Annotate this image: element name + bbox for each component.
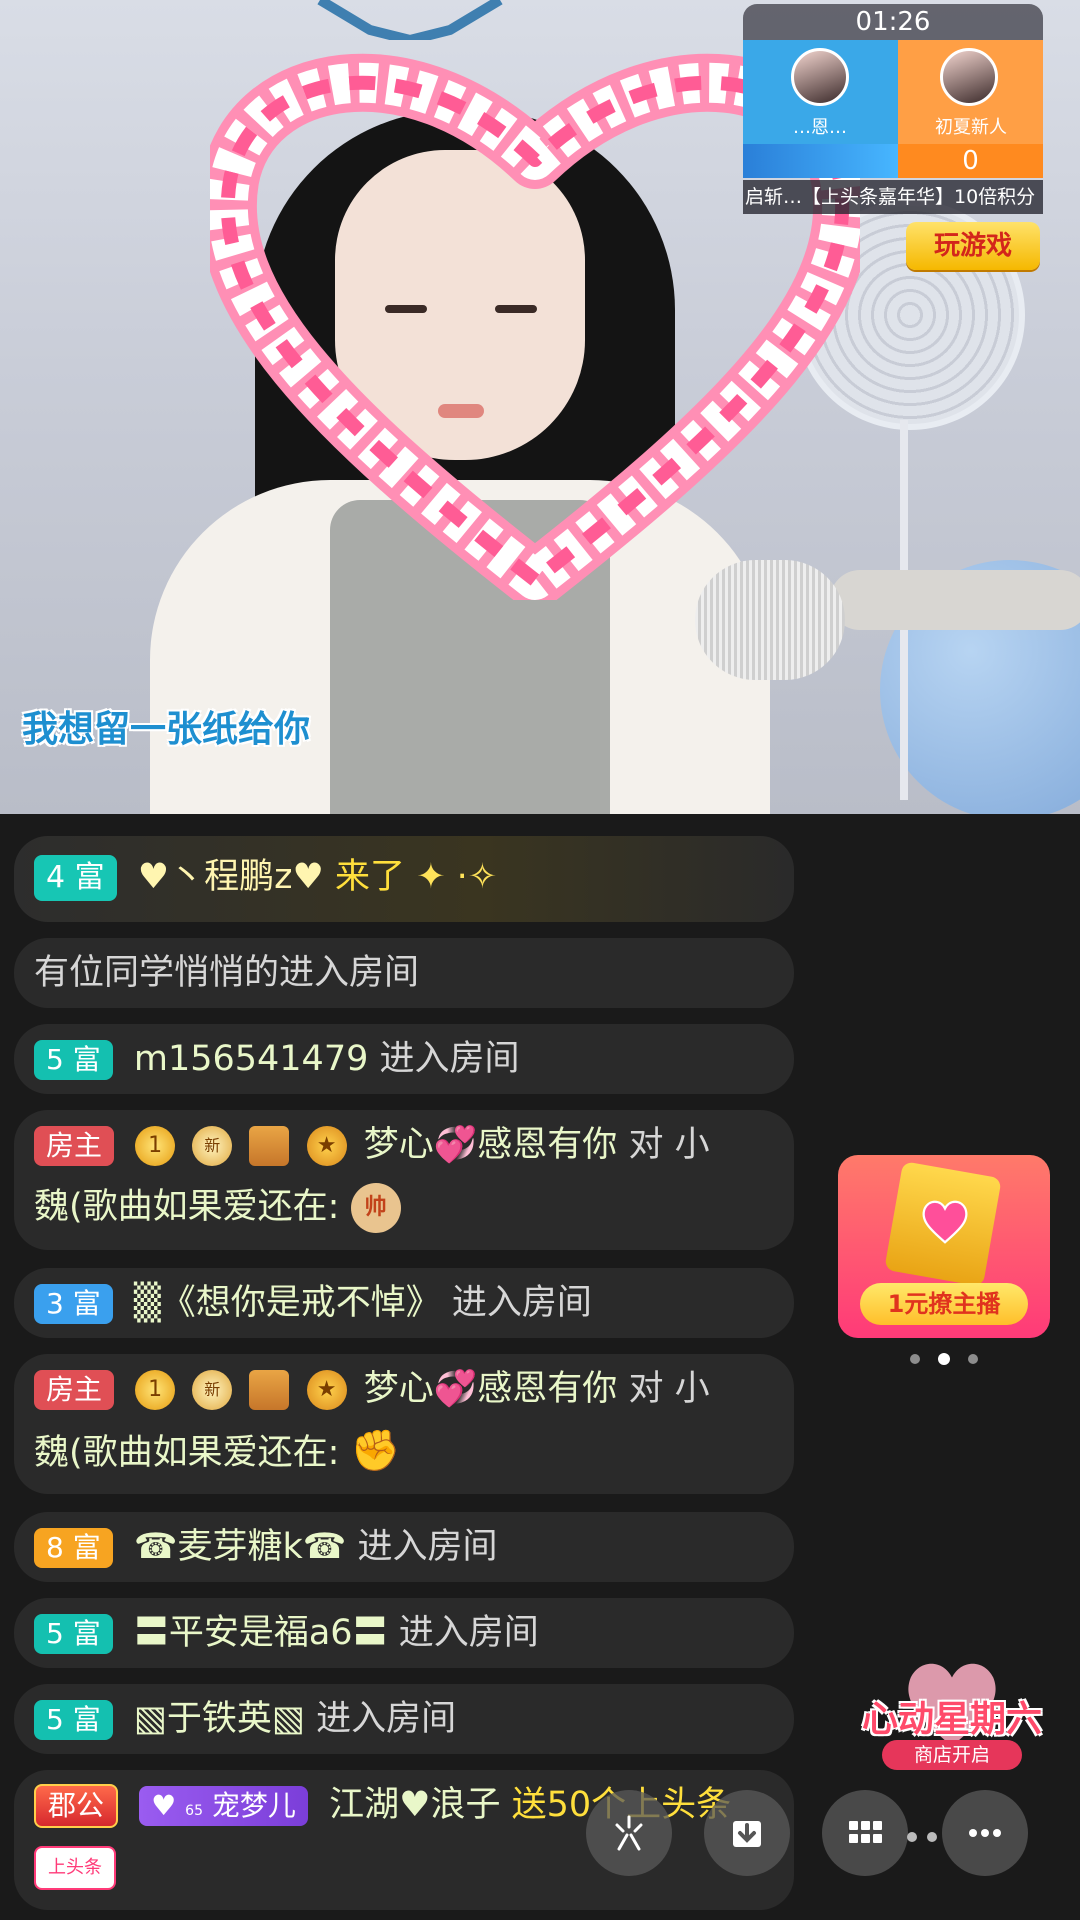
more-button[interactable]: [942, 1790, 1028, 1876]
pk-left-name: …恩…: [793, 117, 847, 138]
sparkle-burst-icon: [615, 1815, 643, 1851]
sparkle-icon: ✦ ·✧: [416, 857, 498, 897]
chat-username[interactable]: ☎麦芽糖k☎: [134, 1527, 346, 1567]
chat-username[interactable]: ▧于铁英▧: [134, 1699, 305, 1739]
chat-entrance-banner: 4 富 ♥丶程鹏z♥ 来了 ✦ ·✧: [14, 836, 794, 922]
chat-action: 来了: [335, 857, 406, 897]
chat-gift-message: 郡公 ♥ 65 宠梦儿 江湖♥浪子 送50个上头条 上头条: [14, 1770, 794, 1910]
promo-heart-icon: [922, 1200, 968, 1244]
medal-icon: ★: [306, 1370, 347, 1410]
chat-action: 进入房间: [398, 1613, 539, 1653]
chat-username[interactable]: m156541479: [134, 1039, 369, 1079]
noble-title-badge: 郡公: [34, 1784, 119, 1828]
chat-message-text: 魏(歌曲如果爱还在:: [34, 1187, 340, 1227]
pk-timer: 01:26: [743, 4, 1043, 40]
chat-action: 进入房间: [357, 1527, 498, 1567]
chat-system-message: 有位同学悄悄的进入房间: [14, 938, 794, 1008]
event-subtitle: 商店开启: [882, 1740, 1022, 1770]
pk-battle-panel[interactable]: 01:26 …恩… 初夏新人 0 启斩…【上头条嘉年华】10倍积分: [743, 4, 1043, 214]
one-yuan-promo-banner[interactable]: 1元撩主播: [838, 1155, 1050, 1338]
chat-message: 5 富 ▧于铁英▧ 进入房间: [14, 1684, 794, 1754]
chat-message: 房主 1 新 ★ 梦心💞感恩有你 对 小 魏(歌曲如果爱还在: 帅: [14, 1110, 794, 1250]
emoji-shuai-icon: 帅: [350, 1183, 401, 1233]
download-icon: [733, 1821, 761, 1847]
promo-label: 1元撩主播: [860, 1283, 1028, 1325]
chat-action: 对 小: [628, 1125, 710, 1165]
rich-level-badge: 5 富: [34, 1614, 113, 1654]
chat-message-text: 魏(歌曲如果爱还在:: [34, 1433, 340, 1473]
pk-event-banner: 启斩…【上头条嘉年华】10倍积分: [743, 180, 1043, 214]
fan-club-badge: ♥ 65 宠梦儿: [139, 1786, 308, 1826]
new-noble-icon: 新: [192, 1370, 233, 1410]
grid-icon: [849, 1821, 882, 1843]
carousel-dot: [968, 1354, 978, 1364]
fist-emoji-icon: ✊: [350, 1428, 401, 1474]
chat-message: 房主 1 新 ★ 梦心💞感恩有你 对 小 魏(歌曲如果爱还在: ✊: [14, 1354, 794, 1494]
pk-right-name: 初夏新人: [935, 117, 1007, 138]
chat-username[interactable]: ▒《想你是戒不悼》: [134, 1283, 441, 1323]
heart-saturday-event[interactable]: 心动星期六 商店开启: [842, 1650, 1062, 1780]
star-badge-icon: 1: [135, 1370, 176, 1410]
download-button[interactable]: [704, 1790, 790, 1876]
rich-level-badge: 5 富: [34, 1700, 113, 1740]
lyric-caption: 我想留一张纸给你: [22, 709, 311, 750]
rich-level-badge: 5 富: [34, 1040, 113, 1080]
chat-message: 8 富 ☎麦芽糖k☎ 进入房间: [14, 1512, 794, 1582]
mic-arm: [830, 570, 1080, 630]
pk-left-avatar[interactable]: [791, 48, 849, 106]
chat-message: 3 富 ▒《想你是戒不悼》 进入房间: [14, 1268, 794, 1338]
rich-level-badge: 8 富: [34, 1528, 113, 1568]
carousel-indicator: [906, 1350, 986, 1366]
fireworks-button[interactable]: [586, 1790, 672, 1876]
carousel-dot-active: [938, 1353, 950, 1365]
page-dot: [907, 1832, 917, 1842]
gift-headline-icon: 上头条: [34, 1846, 116, 1890]
chat-action: 进入房间: [451, 1283, 592, 1323]
carousel-dot: [910, 1354, 920, 1364]
chat-action: 对 小: [628, 1369, 710, 1409]
pk-right-host[interactable]: 初夏新人: [898, 40, 1043, 144]
chat-action: 进入房间: [316, 1699, 457, 1739]
rich-level-badge: 3 富: [34, 1284, 113, 1324]
chat-username[interactable]: 〓平安是福a6〓: [134, 1613, 388, 1653]
apps-button[interactable]: [822, 1790, 908, 1876]
chat-system-text: 有位同学悄悄的进入房间: [34, 953, 420, 993]
more-dots-icon: [969, 1829, 1001, 1837]
chat-username[interactable]: 江湖♥浪子: [329, 1785, 500, 1825]
chat-message: 5 富 m156541479 进入房间: [14, 1024, 794, 1094]
fan-club-level: 65: [185, 1803, 203, 1819]
pk-score-bar-left: [743, 144, 898, 178]
pk-right-score: 0: [962, 146, 979, 176]
star-badge-icon: 1: [135, 1126, 176, 1166]
play-game-button[interactable]: 玩游戏: [906, 222, 1040, 270]
treasure-box-icon: [249, 1370, 290, 1410]
new-noble-icon: 新: [192, 1126, 233, 1166]
chat-username[interactable]: ♥丶程鹏z♥: [138, 857, 324, 897]
antler-decoration: [317, 0, 503, 40]
fan-club-heart-icon: ♥: [151, 1789, 177, 1822]
chat-action: 进入房间: [379, 1039, 520, 1079]
chat-username[interactable]: 梦心💞感恩有你: [364, 1125, 618, 1165]
page-dot: [927, 1832, 937, 1842]
room-owner-badge: 房主: [34, 1126, 115, 1166]
room-owner-badge: 房主: [34, 1370, 115, 1410]
pk-right-avatar[interactable]: [940, 48, 998, 106]
rich-level-badge: 4 富: [34, 855, 117, 901]
chat-username[interactable]: 梦心💞感恩有你: [364, 1369, 618, 1409]
event-title: 心动星期六: [861, 1699, 1042, 1740]
pk-left-host[interactable]: …恩…: [743, 40, 898, 144]
page-indicator-dots: [905, 1828, 945, 1842]
treasure-box-icon: [249, 1126, 290, 1166]
medal-icon: ★: [306, 1126, 347, 1166]
fan-club-name: 宠梦儿: [211, 1789, 296, 1822]
chat-message: 5 富 〓平安是福a6〓 进入房间: [14, 1598, 794, 1668]
